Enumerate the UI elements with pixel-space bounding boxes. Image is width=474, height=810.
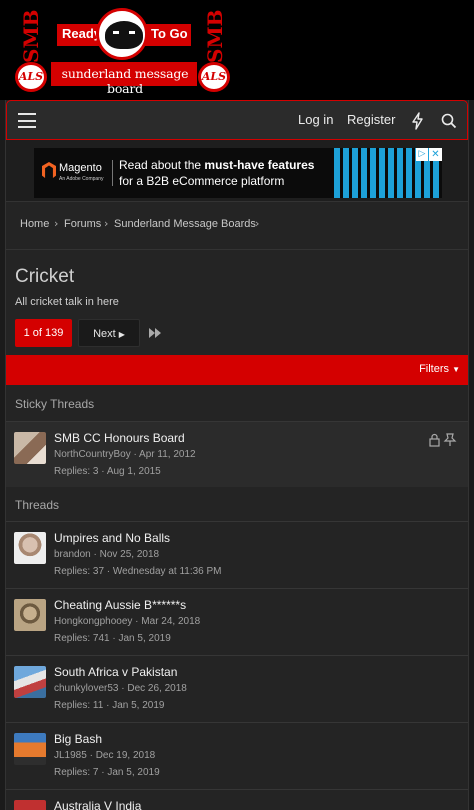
breadcrumb-forums[interactable]: Forums [64, 218, 101, 230]
ad-logo-text: Magento [59, 162, 102, 174]
page-indicator-button[interactable]: 1 of 139 [15, 319, 72, 347]
page: SMB SMB ALS ALS Ready To Go sunderland m… [0, 0, 474, 810]
breadcrumb: Home › Forums › Sunderland Message Board… [6, 202, 468, 250]
thread-replies: Replies: 741 [54, 633, 110, 644]
avatar[interactable] [14, 432, 46, 464]
thread-date: Mar 24, 2018 [141, 616, 201, 627]
ad-logo-subtext: An Adobe Company [59, 176, 104, 182]
breadcrumb-sunderland[interactable]: Sunderland Message Boards [114, 218, 256, 230]
thread-author[interactable]: NorthCountryBoy [54, 449, 131, 460]
ad-line1: Read about the [119, 158, 205, 172]
threads-heading: Threads [15, 498, 60, 512]
smb-logo-left: SMB [19, 9, 43, 63]
caret-down-icon: ▼ [452, 365, 460, 374]
forum-description: All cricket talk in here [15, 296, 119, 308]
ad-info-icon[interactable]: ▷ [416, 148, 428, 161]
thread-replies: Replies: 7 [54, 767, 99, 778]
main-container: Log in Register Magento An Adobe Company… [5, 100, 469, 810]
thread-stats: Replies: 3 · Aug 1, 2015 [54, 466, 161, 477]
register-link[interactable]: Register [347, 112, 395, 127]
avatar[interactable] [14, 800, 46, 810]
thread-row[interactable]: Umpires and No Balls brandon · Nov 25, 2… [6, 521, 468, 587]
thread-last-post[interactable]: Aug 1, 2015 [107, 466, 161, 477]
thread-date: Nov 25, 2018 [99, 549, 160, 560]
als-badge-left: ALS [15, 62, 47, 92]
thread-date: Dec 26, 2018 [127, 683, 187, 694]
skip-to-end-icon[interactable] [147, 325, 163, 341]
search-icon[interactable] [439, 111, 459, 131]
thread-last-post[interactable]: Jan 5, 2019 [118, 633, 170, 644]
smb-logo-right: SMB [203, 9, 227, 63]
chevron-right-icon: › [255, 217, 260, 230]
thread-title[interactable]: Cheating Aussie B******s [54, 598, 186, 612]
avatar[interactable] [14, 733, 46, 765]
menu-icon[interactable] [18, 113, 36, 128]
thread-last-post[interactable]: Wednesday at 11:36 PM [113, 566, 222, 577]
thread-stats: Replies: 7 · Jan 5, 2019 [54, 767, 160, 778]
breadcrumb-home[interactable]: Home [20, 218, 49, 230]
thread-meta: brandon · Nov 25, 2018 [54, 549, 160, 560]
avatar[interactable] [14, 666, 46, 698]
sticky-threads-heading: Sticky Threads [15, 397, 95, 411]
thread-status-icons [428, 432, 460, 447]
navbar: Log in Register [6, 100, 468, 140]
filters-label: Filters [419, 363, 450, 375]
thread-meta: Hongkongphooey · Mar 24, 2018 [54, 616, 201, 627]
ad-text: Read about the must-have features for a … [119, 157, 329, 189]
next-label: Next [93, 328, 116, 340]
ad-area: Magento An Adobe Company Read about the … [6, 140, 468, 202]
thread-stats: Replies: 741 · Jan 5, 2019 [54, 633, 171, 644]
chevron-right-icon: › [54, 217, 59, 230]
filter-bar: Filters ▼ [6, 355, 468, 385]
site-subtitle: sunderland message board [61, 66, 189, 96]
thread-meta: JL1985 · Dec 19, 2018 [54, 750, 156, 761]
thread-replies: Replies: 3 [54, 466, 99, 477]
thread-title[interactable]: Australia V India [54, 799, 141, 810]
to-go-text: To Go [151, 26, 188, 41]
next-page-button[interactable]: Next ▶ [78, 319, 140, 347]
thread-author[interactable]: brandon [54, 549, 91, 560]
thread-meta: chunkylover53 · Dec 26, 2018 [54, 683, 187, 694]
thread-author[interactable]: JL1985 [54, 750, 87, 761]
thread-row[interactable]: Australia V India [6, 789, 468, 810]
page-title: Cricket [15, 266, 75, 287]
thread-title[interactable]: South Africa v Pakistan [54, 665, 177, 679]
thread-date: Dec 19, 2018 [95, 750, 156, 761]
thread-title[interactable]: Big Bash [54, 732, 102, 746]
thread-replies: Replies: 11 [54, 700, 104, 711]
thread-stats: Replies: 11 · Jan 5, 2019 [54, 700, 165, 711]
magento-icon [42, 162, 56, 178]
thread-author[interactable]: chunkylover53 [54, 683, 118, 694]
login-link[interactable]: Log in [298, 112, 333, 127]
thread-last-post[interactable]: Jan 5, 2019 [107, 767, 159, 778]
ad-line1-bold: must-have features [204, 158, 315, 172]
als-badge-right: ALS [198, 62, 230, 92]
magento-logo: Magento An Adobe Company [42, 160, 114, 188]
thread-date: Apr 11, 2012 [139, 449, 196, 460]
site-banner[interactable]: SMB SMB ALS ALS Ready To Go sunderland m… [0, 0, 474, 100]
caret-right-icon: ▶ [118, 330, 125, 339]
lock-icon [429, 433, 457, 447]
thread-stats: Replies: 37 · Wednesday at 11:36 PM [54, 566, 222, 577]
chevron-right-icon: › [104, 217, 109, 230]
filters-button[interactable]: Filters ▼ [419, 363, 460, 375]
thread-replies: Replies: 37 [54, 566, 105, 577]
avatar[interactable] [14, 532, 46, 564]
panther-logo [96, 8, 148, 60]
ad-line2: for a B2B eCommerce platform [119, 174, 285, 188]
thread-row[interactable]: Cheating Aussie B******s Hongkongphooey … [6, 588, 468, 654]
thread-author[interactable]: Hongkongphooey [54, 616, 132, 627]
ad-close-icon[interactable]: ✕ [429, 148, 442, 161]
advertisement[interactable]: Magento An Adobe Company Read about the … [34, 148, 442, 198]
thread-title[interactable]: Umpires and No Balls [54, 531, 170, 545]
thread-last-post[interactable]: Jan 5, 2019 [112, 700, 164, 711]
ad-divider [112, 160, 113, 186]
avatar[interactable] [14, 599, 46, 631]
thread-title[interactable]: SMB CC Honours Board [54, 431, 185, 445]
whats-new-bolt-icon[interactable] [408, 111, 428, 131]
thread-row[interactable]: South Africa v Pakistan chunkylover53 · … [6, 655, 468, 721]
thread-meta: NorthCountryBoy · Apr 11, 2012 [54, 449, 196, 460]
sticky-thread-row[interactable]: SMB CC Honours Board NorthCountryBoy · A… [6, 421, 468, 487]
thread-row[interactable]: Big Bash JL1985 · Dec 19, 2018 Replies: … [6, 722, 468, 788]
